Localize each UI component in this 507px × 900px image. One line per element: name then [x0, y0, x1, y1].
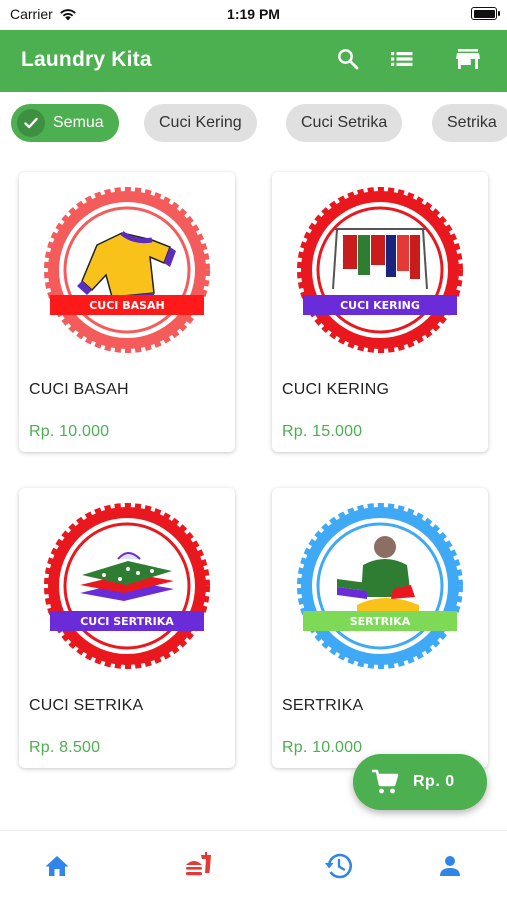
chip-label: Cuci Kering: [159, 114, 242, 131]
cart-icon: [371, 769, 399, 795]
history-icon: [325, 853, 352, 879]
badge-text: SERTRIKA: [350, 615, 411, 628]
ironing-badge-illustration: SERTRIKA: [297, 503, 463, 669]
nav-profile[interactable]: [430, 849, 470, 883]
cart-total: Rp. 0: [413, 773, 455, 790]
product-card-cuci-kering[interactable]: CUCI KERING CUCI KERING Rp. 15.000: [272, 172, 488, 452]
product-name: SERTRIKA: [282, 697, 364, 714]
product-image: CUCI BASAH: [19, 172, 235, 368]
product-name: CUCI BASAH: [29, 381, 129, 398]
product-image: SERTRIKA: [272, 488, 488, 684]
store-button[interactable]: [453, 44, 483, 74]
dry-clean-badge-illustration: CUCI KERING: [297, 187, 463, 353]
badge-text: CUCI BASAH: [89, 299, 165, 312]
search-button[interactable]: [333, 44, 363, 74]
store-icon: [456, 49, 480, 69]
nav-fastfood[interactable]: [178, 849, 218, 883]
product-card-cuci-basah[interactable]: CUCI BASAH CUCI BASAH Rp. 10.000: [19, 172, 235, 452]
status-time: 1:19 PM: [227, 6, 280, 22]
product-price: Rp. 10.000: [29, 423, 110, 440]
battery-icon: [471, 7, 500, 20]
chip-setrika[interactable]: Setrika: [432, 104, 507, 142]
chip-semua[interactable]: Semua: [11, 104, 119, 142]
badge-text: CUCI KERING: [340, 299, 420, 312]
list-button[interactable]: [387, 44, 417, 74]
product-card-sertrika[interactable]: SERTRIKA SERTRIKA Rp. 10.000: [272, 488, 488, 768]
check-icon: [17, 109, 45, 137]
chip-label: Semua: [53, 114, 104, 131]
cart-button[interactable]: Rp. 0: [353, 754, 487, 810]
product-name: CUCI KERING: [282, 381, 390, 398]
product-price: Rp. 15.000: [282, 423, 363, 440]
status-bar: Carrier 1:19 PM: [0, 0, 507, 30]
chip-cuci-kering[interactable]: Cuci Kering: [144, 104, 257, 142]
nav-history[interactable]: [319, 849, 359, 883]
washing-badge-illustration: CUCI BASAH: [44, 187, 210, 353]
product-name: CUCI SETRIKA: [29, 697, 144, 714]
product-card-cuci-setrika[interactable]: CUCI SERTRIKA CUCI SETRIKA Rp. 8.500: [19, 488, 235, 768]
person-icon: [440, 856, 460, 876]
chip-cuci-setrika[interactable]: Cuci Setrika: [286, 104, 403, 142]
app-title: Laundry Kita: [21, 48, 152, 71]
fastfood-icon: [186, 852, 211, 876]
chip-label: Cuci Setrika: [301, 114, 388, 131]
search-icon: [338, 49, 359, 70]
list-icon: [391, 52, 413, 66]
bottom-navigation: [0, 830, 507, 900]
wash-iron-badge-illustration: CUCI SERTRIKA: [44, 503, 210, 669]
home-icon: [45, 856, 69, 876]
nav-home[interactable]: [37, 849, 77, 883]
category-chip-bar: Semua Cuci Kering Cuci Setrika Setrika: [0, 92, 507, 154]
product-image: CUCI SERTRIKA: [19, 488, 235, 684]
product-price: Rp. 8.500: [29, 739, 101, 756]
chip-label: Setrika: [447, 114, 497, 131]
product-price: Rp. 10.000: [282, 739, 363, 756]
app-bar: Laundry Kita: [0, 30, 507, 92]
product-image: CUCI KERING: [272, 172, 488, 368]
badge-text: CUCI SERTRIKA: [80, 615, 174, 628]
